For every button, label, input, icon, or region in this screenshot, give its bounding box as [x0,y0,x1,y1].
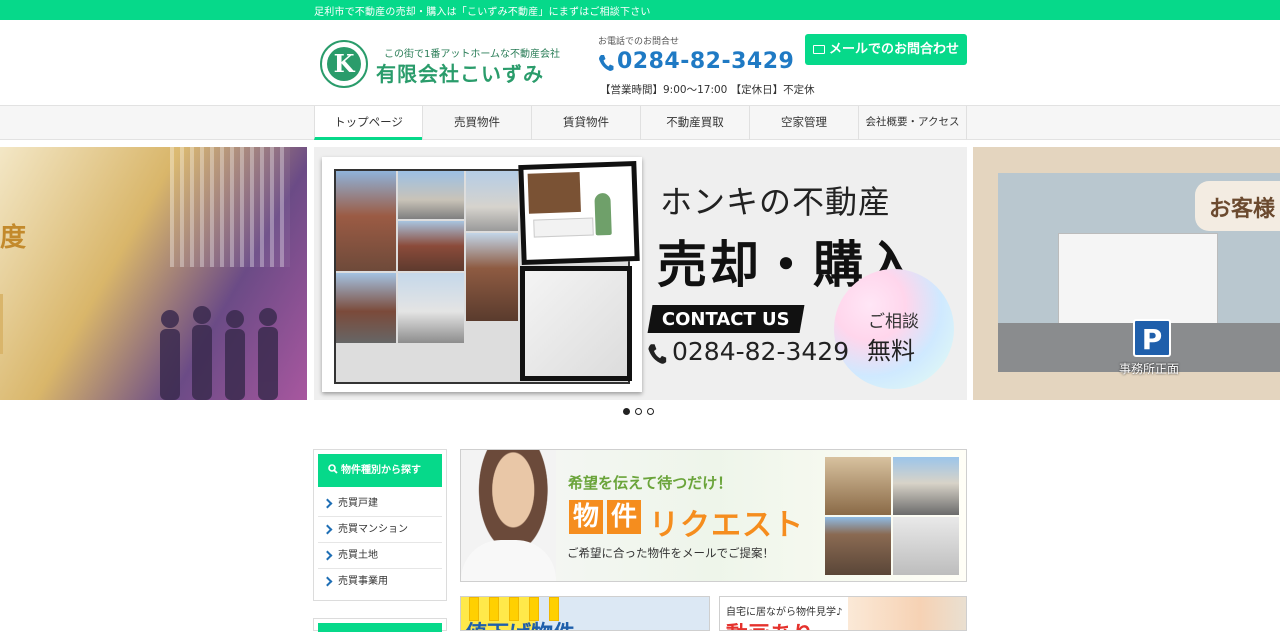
chevron-right-icon [322,524,333,535]
sidebar-heading-label: 物件種別から探す [341,465,421,476]
nav-label: 賃貸物件 [563,115,609,129]
phone-number[interactable]: 0284-82-3429 [617,49,794,74]
slide-left-text: 度 [0,223,27,253]
street-photo [466,171,518,231]
living-room-photo [520,266,632,381]
business-hours: 【営業時間】9:00～17:00 【定休日】不定休 [600,84,815,96]
old-building-photo [336,273,396,343]
sidebar-item-label: 売買事業用 [338,576,388,587]
main-nav: トップページ 売買物件 賃貸物件 不動産買取 空家管理 会社概要・アクセス [0,105,1280,140]
phone-caption: お電話でのお問合せ [598,37,680,47]
slider-dot-2[interactable] [635,408,642,415]
interior-thumb [825,457,891,515]
slider-dot-3[interactable] [647,408,654,415]
company-logo[interactable]: K [320,40,368,88]
house-thumb [893,457,959,515]
property-type-sidebar: 物件種別から探す 売買戸建 売買マンション 売買土地 売買事業用 [313,449,447,601]
chevron-right-icon [322,498,333,509]
nav-label: 会社概要・アクセス [865,116,960,128]
silhouette-people-image [160,306,278,400]
slide-next[interactable]: P 事務所正面 お客様 [973,147,1280,400]
company-name[interactable]: 有限会社こいずみ [376,58,544,87]
nav-company-access[interactable]: 会社概要・アクセス [858,106,967,140]
living-thumb [893,517,959,575]
price-drop-text: 値下げ物件 [465,616,575,630]
price-drop-banner[interactable]: 値下げ物件 [460,596,710,631]
slide-phone-number: 0284-82-3429 [672,337,850,366]
banner-box-1: 物 [569,500,603,534]
townhouse-photo [466,233,518,321]
sidebar-item-land[interactable]: 売買土地 [318,543,442,569]
announcement-bar: 足利市で不動産の売却・購入は「こいずみ不動産」にまずはご相談下さい [0,0,1280,20]
photo-collage [322,157,642,392]
slide-left-accent [0,294,3,354]
mail-button-label: メールでのお問合わせ [828,42,959,57]
banner-description: ご希望に合った物件をメールでご提案！ [567,546,774,560]
nav-vacant-house[interactable]: 空家管理 [749,106,858,140]
interior-photo-frame [518,160,640,266]
slide-headline: ホンキの不動産 [660,183,892,221]
sidebar-item-label: 売買マンション [338,524,408,535]
phone-icon [599,55,614,71]
chevron-right-icon [322,550,333,561]
parking-sign: P [1133,319,1171,357]
slider-dot-1[interactable] [623,408,630,415]
slide-previous[interactable]: 度 [0,147,307,400]
consult-text: ご相談 [868,312,919,332]
second-sidebar-box [313,618,447,632]
nav-label: 空家管理 [781,115,827,129]
banner-title: リクエスト [649,508,804,543]
free-text: 無料 [867,337,915,365]
video-tour-subtitle: 自宅に居ながら物件見学♪ [726,607,843,618]
site-header: K この街で1番アットホームな不動産会社 有限会社こいずみ お電話でのお問合せ … [0,20,1280,106]
contact-us-tag: CONTACT US [647,305,805,333]
envelope-icon [812,45,825,54]
nav-label: トップページ [334,115,403,129]
sidebar-item-label: 売買土地 [338,550,378,561]
building-graphic [170,147,290,267]
office-front-caption: 事務所正面 [1119,362,1180,376]
announcement-text: 足利市で不動産の売却・購入は「こいずみ不動産」にまずはご相談下さい [314,7,651,18]
sidebar-item-mansion[interactable]: 売買マンション [318,517,442,543]
nav-label: 売買物件 [454,115,500,129]
nav-top-page[interactable]: トップページ [314,106,422,140]
nav-rental-properties[interactable]: 賃貸物件 [531,106,640,140]
banner-subtitle: 希望を伝えて待つだけ！ [568,474,733,492]
slide-main[interactable]: ホンキの不動産 売却・購入 ご相談 無料 CONTACT US 0284-82-… [314,147,967,400]
sidebar-item-business[interactable]: 売買事業用 [318,569,442,595]
chevron-right-icon [322,576,333,587]
video-tour-banner[interactable]: 自宅に居ながら物件見学♪ 動画あり [719,596,967,631]
property-request-banner[interactable]: 希望を伝えて待つだけ！ 物 件 リクエスト ご希望に合った物件をメールでご提案！ [460,449,967,582]
white-house-photo [398,273,464,343]
church-photo [398,171,464,219]
mail-contact-button[interactable]: メールでのお問合わせ [805,34,967,65]
sidebar-item-house[interactable]: 売買戸建 [318,491,442,517]
slider-pagination [623,408,657,416]
phone-icon [648,344,667,364]
video-tour-title: 動画あり [726,617,814,630]
sidebar-item-label: 売買戸建 [338,498,378,509]
customer-greeting-badge: お客様 [1195,181,1280,231]
search-icon [328,464,338,474]
video-tour-photo [848,597,966,630]
banner-box-2: 件 [607,500,641,534]
apartment-thumb [825,517,891,575]
nav-purchase[interactable]: 不動産買取 [640,106,749,140]
nav-sale-properties[interactable]: 売買物件 [422,106,531,140]
sidebar-heading: 物件種別から探す [318,454,442,487]
nav-label: 不動産買取 [666,115,724,129]
contact-us-label: CONTACT US [661,309,790,330]
photo-collage-inner [334,160,640,384]
house-photo [336,171,396,271]
brick-house-photo [398,221,464,271]
logo-letter: K [327,47,361,81]
